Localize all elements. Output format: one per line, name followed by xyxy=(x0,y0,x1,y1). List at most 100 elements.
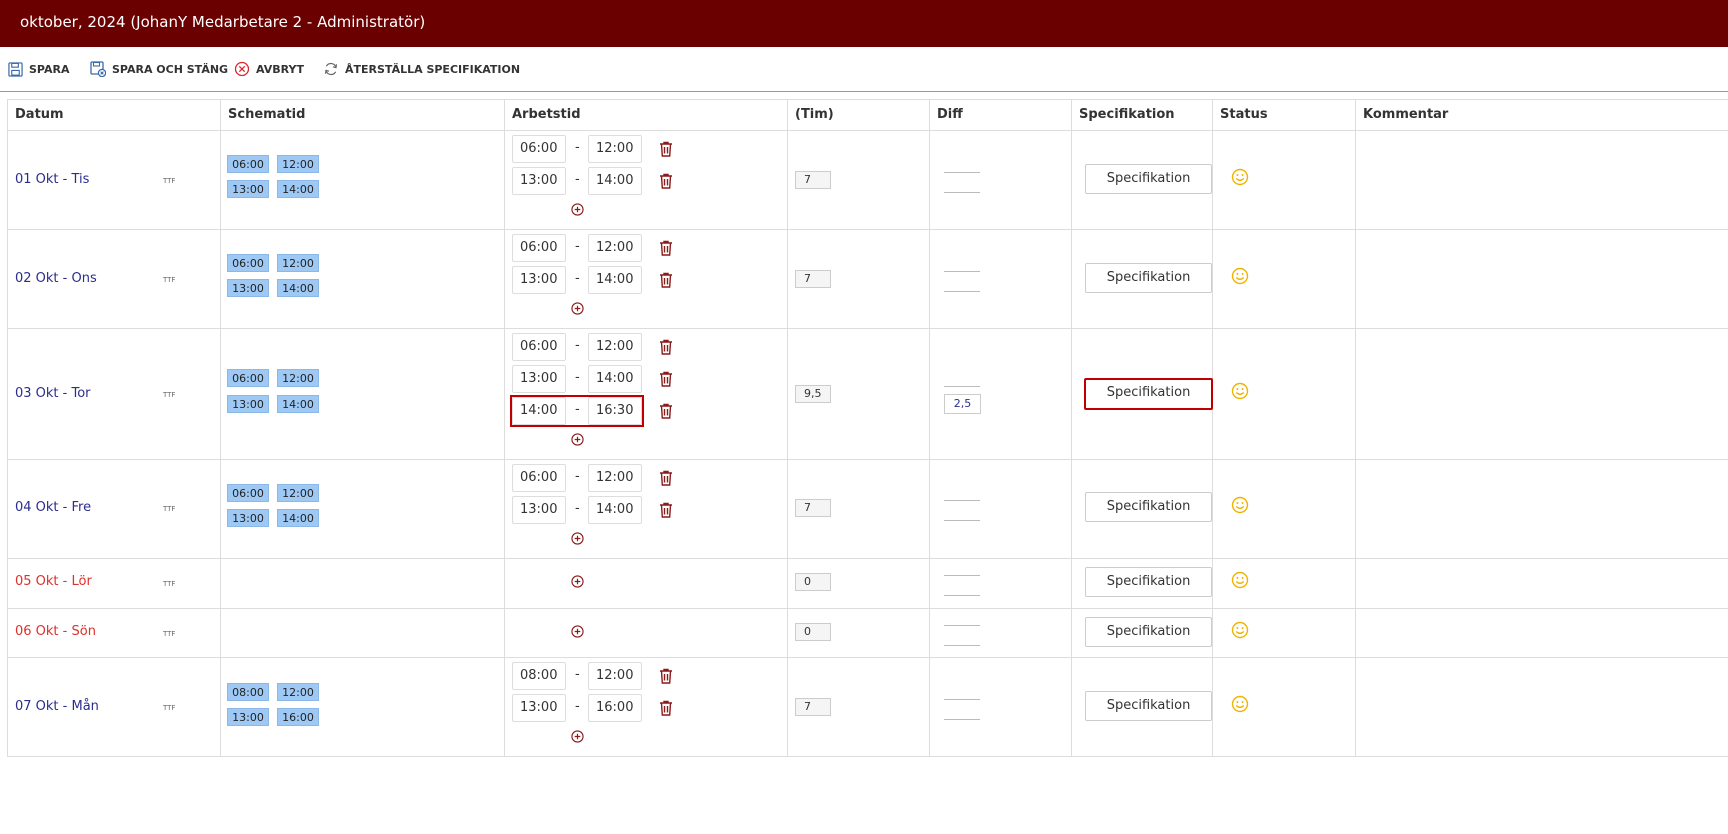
add-time-icon[interactable] xyxy=(571,730,584,743)
specification-button[interactable]: Specifikation xyxy=(1085,164,1212,194)
hours-value: 0 xyxy=(795,573,831,591)
end-time-input[interactable]: 14:00 xyxy=(588,266,642,294)
time-dash: - xyxy=(575,370,580,385)
time-dash: - xyxy=(575,501,580,516)
save-button[interactable]: SPARA xyxy=(8,61,69,77)
window-title: oktober, 2024 (JohanY Medarbetare 2 - Ad… xyxy=(20,13,426,31)
trash-icon[interactable] xyxy=(659,371,673,387)
diff-value: 2,5 xyxy=(944,394,981,414)
date-label[interactable]: 01 Okt - Tis xyxy=(15,172,89,187)
trash-icon[interactable] xyxy=(659,668,673,684)
add-time-icon[interactable] xyxy=(571,433,584,446)
schedule-chip: 13:00 xyxy=(227,180,269,198)
diff-line xyxy=(944,291,980,292)
end-time-input[interactable]: 12:00 xyxy=(588,662,642,690)
start-time-input[interactable]: 06:00 xyxy=(512,234,566,262)
save-close-icon xyxy=(90,61,106,77)
diff-line xyxy=(944,699,980,700)
schedule-chip: 12:00 xyxy=(277,369,319,387)
save-close-button[interactable]: SPARA OCH STÄNG xyxy=(90,61,228,77)
trash-icon[interactable] xyxy=(659,470,673,486)
add-time-icon[interactable] xyxy=(571,532,584,545)
date-label[interactable]: 02 Okt - Ons xyxy=(15,271,97,286)
schedule-chip: 14:00 xyxy=(277,279,319,297)
trash-icon[interactable] xyxy=(659,403,673,419)
end-time-input[interactable]: 12:00 xyxy=(588,234,642,262)
date-label[interactable]: 05 Okt - Lör xyxy=(15,574,92,589)
row-divider xyxy=(7,229,1728,230)
trash-icon[interactable] xyxy=(659,502,673,518)
specification-button[interactable]: Specifikation xyxy=(1085,492,1212,522)
trash-icon[interactable] xyxy=(659,141,673,157)
col-divider xyxy=(1355,99,1356,757)
schedule-chip: 13:00 xyxy=(227,279,269,297)
header-datum: Datum xyxy=(15,107,64,122)
header-kommentar: Kommentar xyxy=(1363,107,1449,122)
smiley-icon xyxy=(1231,496,1249,514)
cancel-button[interactable]: AVBRYT xyxy=(234,61,304,77)
end-time-input[interactable]: 12:00 xyxy=(588,135,642,163)
end-time-input[interactable]: 14:00 xyxy=(588,167,642,195)
specification-button[interactable]: Specifikation xyxy=(1085,617,1212,647)
header-specifikation: Specifikation xyxy=(1079,107,1175,122)
diff-line xyxy=(944,645,980,646)
row-divider xyxy=(7,328,1728,329)
schedule-chip: 06:00 xyxy=(227,484,269,502)
specification-button[interactable]: Specifikation xyxy=(1085,691,1212,721)
end-time-input[interactable]: 16:30 xyxy=(588,397,642,425)
trash-icon[interactable] xyxy=(659,173,673,189)
schedule-chip: 12:00 xyxy=(277,254,319,272)
schedule-chip: 14:00 xyxy=(277,509,319,527)
trash-icon[interactable] xyxy=(659,240,673,256)
end-time-input[interactable]: 16:00 xyxy=(588,694,642,722)
time-dash: - xyxy=(575,140,580,155)
specification-button[interactable]: Specifikation xyxy=(1085,567,1212,597)
start-time-input[interactable]: 13:00 xyxy=(512,694,566,722)
start-time-input[interactable]: 08:00 xyxy=(512,662,566,690)
add-time-icon[interactable] xyxy=(571,203,584,216)
add-time-icon[interactable] xyxy=(571,575,584,588)
hours-value: 9,5 xyxy=(795,385,831,403)
end-time-input[interactable]: 14:00 xyxy=(588,496,642,524)
trash-icon[interactable] xyxy=(659,272,673,288)
title-bar: oktober, 2024 (JohanY Medarbetare 2 - Ad… xyxy=(0,0,1728,47)
start-time-input[interactable]: 13:00 xyxy=(512,496,566,524)
add-time-icon[interactable] xyxy=(571,302,584,315)
date-label[interactable]: 03 Okt - Tor xyxy=(15,386,91,401)
ttf-label: TTF xyxy=(163,630,176,638)
schedule-chip: 16:00 xyxy=(277,708,319,726)
end-time-input[interactable]: 14:00 xyxy=(588,365,642,393)
schedule-chip: 08:00 xyxy=(227,683,269,701)
ttf-label: TTF xyxy=(163,580,176,588)
time-dash: - xyxy=(575,239,580,254)
start-time-input[interactable]: 06:00 xyxy=(512,135,566,163)
ttf-label: TTF xyxy=(163,391,176,399)
reset-label: ÅTERSTÄLLA SPECIFIKATION xyxy=(345,62,521,76)
diff-line xyxy=(944,595,980,596)
trash-icon[interactable] xyxy=(659,700,673,716)
schedule-chip: 13:00 xyxy=(227,708,269,726)
start-time-input[interactable]: 13:00 xyxy=(512,266,566,294)
save-label: SPARA xyxy=(29,62,70,76)
start-time-input[interactable]: 13:00 xyxy=(512,167,566,195)
date-label[interactable]: 06 Okt - Sön xyxy=(15,624,96,639)
start-time-input[interactable]: 13:00 xyxy=(512,365,566,393)
end-time-input[interactable]: 12:00 xyxy=(588,464,642,492)
schedule-chip: 06:00 xyxy=(227,254,269,272)
date-label[interactable]: 07 Okt - Mån xyxy=(15,699,99,714)
add-time-icon[interactable] xyxy=(571,625,584,638)
smiley-icon xyxy=(1231,382,1249,400)
specification-button[interactable]: Specifikation xyxy=(1084,378,1213,410)
date-label[interactable]: 04 Okt - Fre xyxy=(15,500,91,515)
schedule-chip: 12:00 xyxy=(277,484,319,502)
start-time-input[interactable]: 14:00 xyxy=(512,397,566,425)
save-icon xyxy=(8,61,23,77)
end-time-input[interactable]: 12:00 xyxy=(588,333,642,361)
reset-specification-button[interactable]: ÅTERSTÄLLA SPECIFIKATION xyxy=(323,61,520,77)
start-time-input[interactable]: 06:00 xyxy=(512,464,566,492)
diff-line xyxy=(944,192,980,193)
specification-button[interactable]: Specifikation xyxy=(1085,263,1212,293)
trash-icon[interactable] xyxy=(659,339,673,355)
start-time-input[interactable]: 06:00 xyxy=(512,333,566,361)
diff-line xyxy=(944,172,980,173)
